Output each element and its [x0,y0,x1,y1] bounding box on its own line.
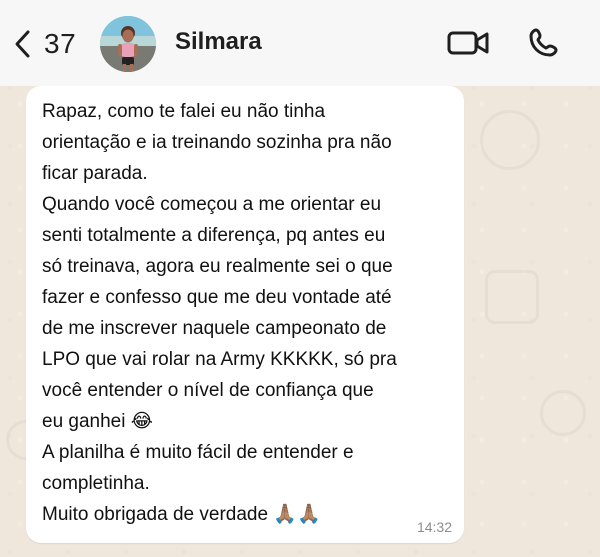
voice-call-button[interactable] [523,25,563,65]
contact-name[interactable]: Silmara [175,30,262,54]
background-doodle [540,390,586,436]
message-bubble[interactable]: Rapaz, como te falei eu não tinha orient… [26,86,464,543]
background-doodle [480,110,540,170]
unread-count: 37 [44,28,77,59]
phone-icon [526,26,560,65]
message-timestamp: 14:32 [416,519,452,535]
message-text: Rapaz, como te falei eu não tinha orient… [42,101,397,525]
video-call-button[interactable] [445,25,493,65]
avatar[interactable] [100,16,156,72]
back-button[interactable]: 37 [10,22,76,66]
chevron-left-icon [10,28,34,60]
video-camera-icon [447,29,491,62]
chat-header: 37 Silmara [0,0,600,86]
background-doodle [485,270,539,324]
